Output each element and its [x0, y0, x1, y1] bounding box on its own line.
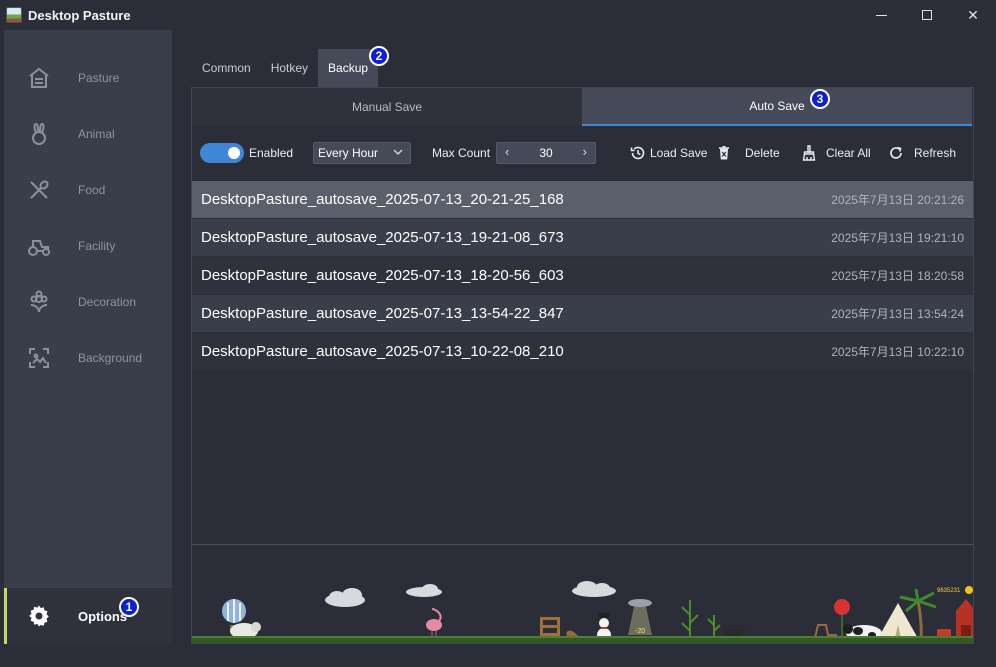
maximize-button[interactable] — [904, 0, 950, 30]
tab-manual-save[interactable]: Manual Save — [192, 88, 582, 126]
sidebar-item-facility[interactable]: Facility — [4, 218, 172, 274]
increment-button[interactable]: › — [583, 144, 587, 159]
sidebar-item-label: Background — [78, 351, 143, 365]
scene-sign-value: -20 — [635, 628, 645, 635]
history-icon[interactable] — [630, 145, 646, 161]
save-time: 2025年7月13日 18:20:58 — [831, 269, 964, 283]
auto-save-toolbar: Enabled Every Hour Max Count ‹ 30 › Load… — [192, 126, 973, 180]
table-row[interactable]: DesktopPasture_autosave_2025-07-13_18-20… — [192, 257, 973, 295]
table-row[interactable]: DesktopPasture_autosave_2025-07-13_19-21… — [192, 219, 973, 257]
ufo-icon: -20 — [628, 599, 652, 635]
settings-tabs: Common Hotkey Backup — [192, 49, 379, 87]
save-time: 2025年7月13日 10:22:10 — [831, 345, 964, 359]
backup-panel: Manual Save Auto Save Enabled Every Hour… — [191, 87, 974, 644]
delete-button[interactable]: Delete — [745, 146, 780, 160]
utensils-icon — [26, 177, 52, 203]
sidebar-item-label: Animal — [78, 127, 115, 141]
tab-common[interactable]: Common — [192, 49, 261, 87]
sidebar: Pasture Animal Food Facility Decoration … — [4, 30, 172, 644]
load-save-button[interactable]: Load Save — [650, 146, 707, 160]
max-count-value: 30 — [539, 146, 553, 160]
rabbit-icon — [26, 121, 52, 147]
app-icon — [6, 7, 22, 23]
gear-icon — [26, 603, 52, 629]
sidebar-item-options[interactable]: Options — [4, 588, 172, 644]
close-button[interactable]: ✕ — [950, 0, 996, 30]
corn-icon — [681, 600, 721, 642]
backup-subtabs: Manual Save Auto Save — [192, 88, 973, 126]
sidebar-item-label: Facility — [78, 239, 116, 253]
save-name: DesktopPasture_autosave_2025-07-13_19-21… — [201, 229, 564, 246]
sidebar-item-label: Food — [78, 183, 106, 197]
tab-hotkey[interactable]: Hotkey — [261, 49, 318, 87]
barn-icon — [956, 599, 973, 642]
sidebar-item-background[interactable]: Background — [4, 330, 172, 386]
save-time: 2025年7月13日 20:21:26 — [831, 193, 964, 207]
decrement-button[interactable]: ‹ — [505, 144, 509, 159]
broom-icon[interactable] — [801, 145, 817, 161]
interval-value: Every Hour — [318, 146, 379, 160]
save-name: DesktopPasture_autosave_2025-07-13_13-54… — [201, 305, 564, 322]
table-row[interactable]: DesktopPasture_autosave_2025-07-13_20-21… — [192, 181, 973, 219]
annotation-badge-3: 3 — [810, 89, 830, 109]
window-title: Desktop Pasture — [28, 7, 131, 23]
sidebar-item-food[interactable]: Food — [4, 162, 172, 218]
tractor-icon — [26, 233, 52, 259]
refresh-button[interactable]: Refresh — [914, 146, 956, 160]
pasture-preview: -20 9635231 — [192, 544, 973, 643]
window-controls: ✕ — [858, 0, 996, 30]
save-time: 2025年7月13日 19:21:10 — [831, 231, 964, 245]
trash-icon[interactable] — [716, 145, 732, 161]
save-name: DesktopPasture_autosave_2025-07-13_18-20… — [201, 267, 564, 284]
sidebar-item-animal[interactable]: Animal — [4, 106, 172, 162]
refresh-icon[interactable] — [888, 145, 904, 161]
interval-select[interactable]: Every Hour — [313, 142, 411, 164]
enabled-toggle[interactable] — [200, 143, 244, 163]
coin-count: 9635231 — [937, 588, 961, 594]
coin-counter: 9635231 — [937, 586, 973, 594]
table-row[interactable]: DesktopPasture_autosave_2025-07-13_10-22… — [192, 333, 973, 371]
enabled-label: Enabled — [249, 146, 294, 160]
sidebar-item-decoration[interactable]: Decoration — [4, 274, 172, 330]
close-icon: ✕ — [967, 6, 979, 23]
title-bar: Desktop Pasture ✕ — [0, 0, 996, 30]
max-count-label: Max Count — [432, 146, 491, 160]
coin-icon — [965, 586, 973, 594]
save-name: DesktopPasture_autosave_2025-07-13_10-22… — [201, 343, 564, 360]
barn-icon — [26, 65, 52, 91]
save-name: DesktopPasture_autosave_2025-07-13_20-21… — [201, 191, 564, 208]
sidebar-item-label: Pasture — [78, 71, 120, 85]
save-time: 2025年7月13日 13:54:24 — [831, 307, 964, 321]
annotation-badge-1: 1 — [119, 597, 139, 617]
clear-all-button[interactable]: Clear All — [826, 146, 871, 160]
image-frame-icon — [26, 345, 52, 371]
cloud-icon — [325, 581, 616, 607]
table-row[interactable]: DesktopPasture_autosave_2025-07-13_13-54… — [192, 295, 973, 333]
auto-save-list: DesktopPasture_autosave_2025-07-13_20-21… — [192, 181, 973, 371]
sidebar-item-label: Decoration — [78, 295, 137, 309]
maximize-icon — [922, 10, 932, 20]
minimize-icon — [875, 14, 887, 16]
tab-auto-save[interactable]: Auto Save — [582, 88, 972, 126]
sidebar-item-pasture[interactable]: Pasture — [4, 50, 172, 106]
max-count-stepper[interactable]: ‹ 30 › — [496, 142, 596, 164]
flower-icon — [26, 289, 52, 315]
minimize-button[interactable] — [858, 0, 904, 30]
chevron-down-icon — [392, 146, 404, 161]
annotation-badge-2: 2 — [369, 46, 389, 66]
pasture-scene-illustration: -20 9635231 — [192, 581, 973, 643]
